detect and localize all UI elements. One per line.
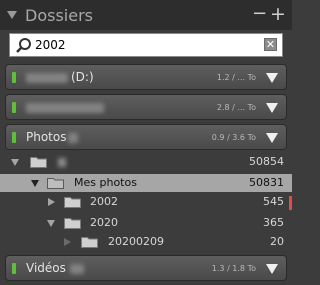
folder-row-2002[interactable]: 2002 545: [0, 193, 292, 211]
volume-size: 1.2 / ... To: [216, 73, 256, 82]
volume-row-2[interactable]: 2.8 / ... To: [5, 94, 287, 120]
folder-row-20200209[interactable]: 20200209 20: [0, 233, 292, 251]
volume-row-photos[interactable]: Photos 0.9 / 3.6 To: [5, 124, 287, 150]
blurred-volume-label: [26, 102, 104, 113]
add-folder-button[interactable]: +: [270, 5, 286, 24]
disclosure-triangle-icon[interactable]: [31, 180, 39, 187]
volume-name: Photos: [26, 130, 67, 144]
volume-menu-triangle-icon[interactable]: [266, 133, 278, 143]
volume-name: Vidéos: [26, 261, 66, 275]
volume-name-wrap: [26, 100, 107, 114]
folder-count: 50831: [249, 176, 284, 189]
volume-size: 1.3 / 1.8 To: [211, 264, 256, 273]
volume-status-led: [12, 102, 16, 113]
folder-icon: [47, 178, 64, 189]
volume-menu-triangle-icon[interactable]: [266, 73, 278, 83]
panel-header[interactable]: Dossiers − +: [0, 0, 292, 30]
collapse-triangle-icon[interactable]: [7, 11, 17, 19]
disclosure-triangle-icon[interactable]: [11, 159, 19, 166]
folder-label: 2020: [90, 216, 118, 229]
folder-row-mes-photos[interactable]: Mes photos 50831: [0, 174, 292, 192]
volume-size: 2.8 / ... To: [216, 103, 256, 112]
volume-size: 0.9 / 3.6 To: [211, 133, 256, 142]
selection-marker: [289, 196, 292, 210]
folder-count: 20: [270, 235, 284, 248]
clear-icon[interactable]: ✕: [264, 38, 277, 51]
volume-status-led: [12, 132, 16, 143]
folder-label-wrap: [58, 155, 66, 168]
blurred-volume-label: [26, 72, 68, 83]
folder-label: 2002: [90, 195, 118, 208]
blurred-volume-label: [69, 263, 84, 274]
volume-row-d[interactable]: (D:) 1.2 / ... To: [5, 64, 287, 90]
folder-label: Mes photos: [74, 176, 137, 189]
folder-count: 50854: [249, 155, 284, 168]
folder-icon: [81, 237, 98, 248]
volume-menu-triangle-icon[interactable]: [266, 103, 278, 113]
folder-count: 365: [263, 216, 284, 229]
folder-row-root[interactable]: 50854: [0, 153, 292, 171]
folder-icon: [64, 218, 81, 229]
folder-label: 20200209: [108, 235, 164, 248]
folder-count: 545: [263, 195, 284, 208]
volume-row-videos[interactable]: Vidéos 1.3 / 1.8 To: [5, 255, 287, 281]
disclosure-triangle-icon[interactable]: [64, 238, 71, 246]
disclosure-triangle-icon[interactable]: [48, 198, 55, 206]
search-input[interactable]: [35, 36, 260, 54]
volume-status-led: [12, 263, 16, 274]
blurred-volume-label: [68, 132, 79, 143]
volume-status-led: [12, 72, 16, 83]
magnifier-icon: [16, 38, 31, 53]
search-box[interactable]: ✕: [9, 33, 283, 57]
disclosure-triangle-icon[interactable]: [47, 220, 55, 227]
blurred-folder-label: [58, 157, 66, 167]
folder-icon: [64, 197, 81, 208]
volume-name: (D:): [71, 70, 94, 84]
panel-title: Dossiers: [25, 6, 93, 25]
folder-row-2020[interactable]: 2020 365: [0, 214, 292, 232]
folder-icon: [30, 157, 47, 168]
remove-folder-button[interactable]: −: [252, 5, 267, 23]
volume-menu-triangle-icon[interactable]: [266, 264, 278, 274]
volume-name-wrap: Vidéos: [26, 261, 87, 275]
volume-name-wrap: (D:): [26, 70, 94, 84]
volume-name-wrap: Photos: [26, 130, 81, 144]
